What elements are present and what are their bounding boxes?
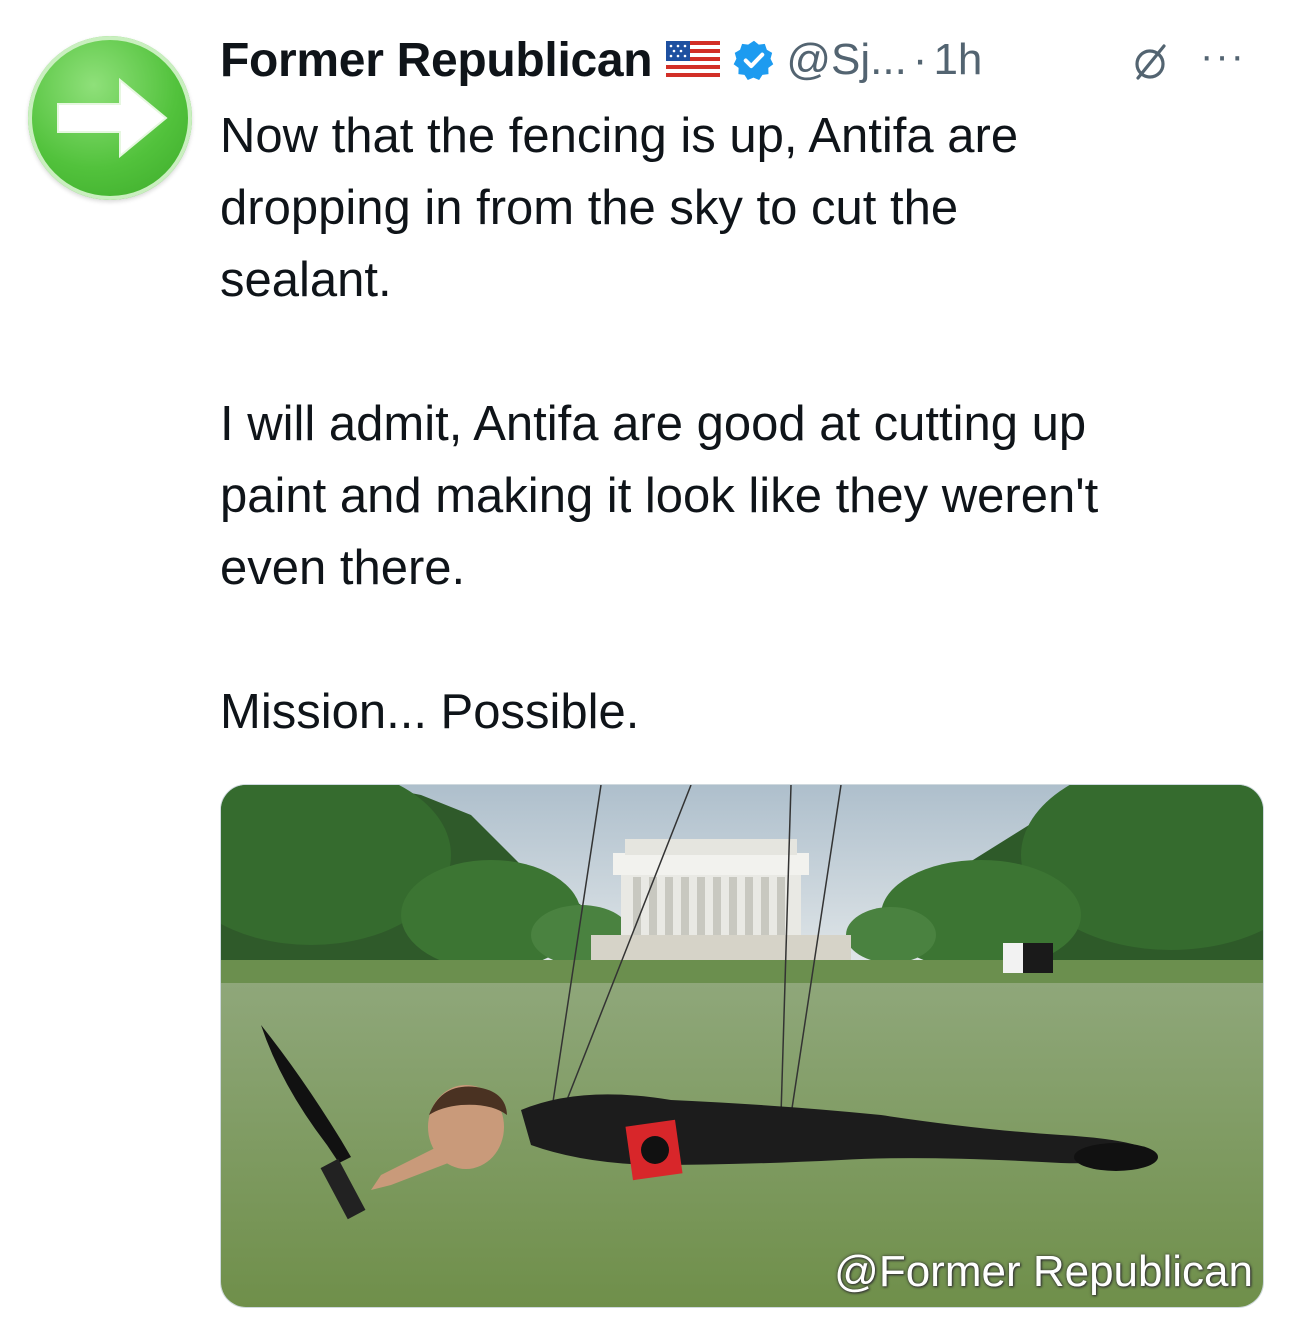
handle[interactable]: @Sj... [786, 35, 906, 85]
green-right-arrow-icon [57, 77, 168, 159]
separator-dot: · [912, 35, 928, 84]
verified-badge-icon[interactable] [732, 38, 776, 82]
tweet-header: Former Republican @Sj... · 1h [220, 24, 982, 96]
more-options-icon[interactable]: ··· [1200, 36, 1256, 76]
us-flag-icon [666, 41, 721, 79]
grok-icon[interactable] [1128, 40, 1172, 84]
tweet-text: Now that the fencing is up, Antifa are d… [220, 109, 1099, 739]
display-name[interactable]: Former Republican [220, 33, 653, 88]
photo-reflecting-pool-memorial [221, 785, 1263, 1307]
image-watermark: @Former Republican [834, 1247, 1253, 1296]
tweet-media-image[interactable]: @Former Republican [220, 784, 1264, 1308]
timestamp[interactable]: 1h [933, 35, 982, 85]
avatar[interactable] [28, 36, 192, 200]
